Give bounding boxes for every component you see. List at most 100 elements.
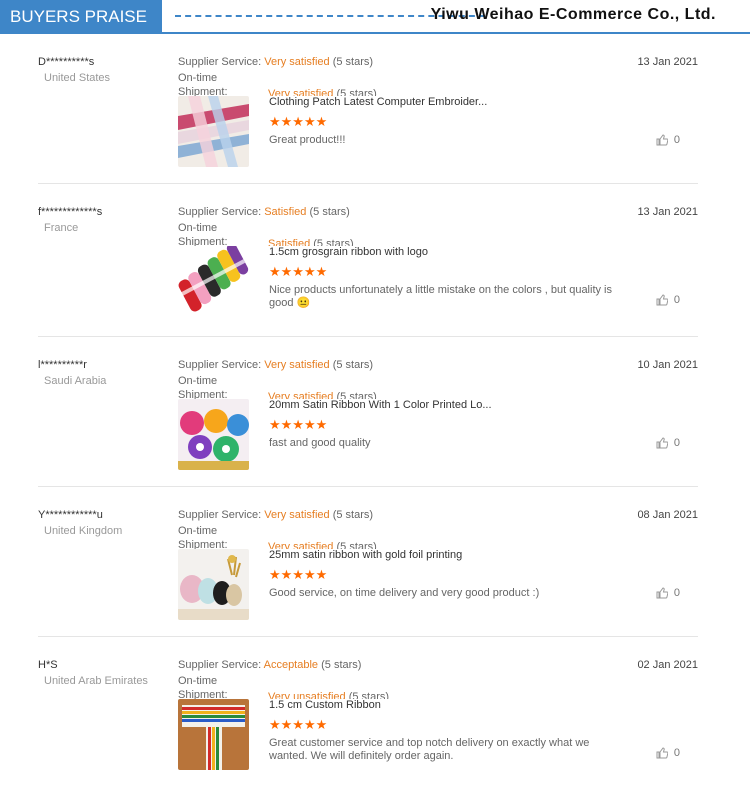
ontime-label: On-time: [178, 525, 218, 537]
shipment-rating: Very satisfied (5 stars): [268, 88, 377, 96]
thumbs-up-icon: [656, 747, 668, 759]
review-item: D**********s United States Supplier Serv…: [38, 34, 698, 184]
thumbs-up-icon: [656, 134, 668, 146]
shipment-stars-count: (5 stars): [313, 238, 354, 246]
product-stars: ★★★★★: [269, 264, 328, 279]
shipment-rating-text: Very satisfied: [268, 391, 334, 399]
like-button[interactable]: 0: [656, 134, 680, 146]
supplier-stars-count: (5 stars): [309, 206, 350, 218]
product-stars: ★★★★★: [269, 717, 328, 732]
product-stars: ★★★★★: [269, 417, 328, 432]
thumbs-up-icon: [656, 437, 668, 449]
review-item: H*S United Arab Emirates Supplier Servic…: [38, 637, 698, 787]
shipment-stars-count: (5 stars): [348, 691, 390, 699]
product-title[interactable]: 1.5cm grosgrain ribbon with logo: [269, 246, 428, 258]
like-count: 0: [673, 587, 680, 599]
shipment-rating: Very satisfied (5 stars): [268, 541, 377, 549]
shipment-stars-count: (5 stars): [336, 541, 377, 549]
shipment-rating: Very unsatisfied (5 stars): [268, 691, 389, 699]
review-date: 02 Jan 2021: [637, 659, 698, 671]
product-title[interactable]: 1.5 cm Custom Ribbon: [269, 699, 381, 711]
supplier-stars-count: (5 stars): [321, 659, 362, 671]
supplier-service-label: Supplier Service:: [178, 359, 262, 371]
product-thumbnail[interactable]: [178, 399, 249, 470]
product-stars: ★★★★★: [269, 567, 328, 582]
supplier-service-rating: Supplier Service: Very satisfied (5 star…: [178, 359, 373, 371]
ontime-label: On-time: [178, 375, 218, 387]
section-title: BUYERS PRAISE: [0, 0, 162, 34]
review-comment: Nice products unfortunately a little mis…: [269, 284, 613, 309]
shipment-rating-text: Very unsatisfied: [268, 691, 346, 699]
shipment-label: Shipment:: [178, 86, 228, 96]
product-stars: ★★★★★: [269, 114, 328, 129]
review-date: 13 Jan 2021: [637, 206, 698, 218]
ontime-label: On-time: [178, 222, 218, 234]
review-date: 10 Jan 2021: [637, 359, 698, 371]
review-item: f*************s France Supplier Service:…: [38, 184, 698, 337]
buyer-country: United Kingdom: [44, 525, 123, 537]
supplier-rating-text: Very satisfied: [264, 509, 330, 521]
product-thumbnail[interactable]: [178, 549, 249, 620]
review-item: l**********r Saudi Arabia Supplier Servi…: [38, 337, 698, 487]
review-item: Y************u United Kingdom Supplier S…: [38, 487, 698, 637]
shipment-stars-count: (5 stars): [336, 391, 377, 399]
supplier-service-rating: Supplier Service: Satisfied (5 stars): [178, 206, 350, 218]
supplier-service-label: Supplier Service:: [178, 206, 262, 218]
like-button[interactable]: 0: [656, 587, 680, 599]
shipment-label: Shipment:: [178, 689, 228, 699]
buyer-name: Y************u: [38, 509, 103, 521]
shipment-rating-text: Very satisfied: [268, 88, 334, 96]
review-comment: Great customer service and top notch del…: [269, 737, 590, 762]
supplier-rating-text: Satisfied: [264, 206, 307, 218]
shipment-label: Shipment:: [178, 236, 228, 246]
supplier-service-label: Supplier Service:: [178, 56, 262, 68]
shipment-rating-text: Satisfied: [268, 238, 311, 246]
like-button[interactable]: 0: [656, 437, 680, 449]
like-count: 0: [673, 294, 680, 306]
supplier-stars-count: (5 stars): [332, 509, 374, 521]
like-button[interactable]: 0: [656, 294, 680, 306]
like-count: 0: [673, 437, 680, 449]
buyer-country: Saudi Arabia: [44, 375, 107, 387]
buyer-country: France: [44, 222, 79, 234]
review-date: 08 Jan 2021: [637, 509, 698, 521]
supplier-service-label: Supplier Service:: [178, 509, 262, 521]
review-comment: fast and good quality: [269, 437, 371, 449]
product-title[interactable]: 20mm Satin Ribbon With 1 Color Printed L…: [269, 399, 492, 411]
buyer-country: United States: [44, 72, 111, 84]
shipment-rating: Very satisfied (5 stars): [268, 391, 377, 399]
product-title[interactable]: 25mm satin ribbon with gold foil printin…: [269, 549, 462, 561]
supplier-service-rating: Supplier Service: Very satisfied (5 star…: [178, 509, 373, 521]
ontime-label: On-time: [178, 72, 218, 84]
review-comment: Good service, on time delivery and very …: [269, 587, 540, 599]
supplier-stars-count: (5 stars): [332, 56, 374, 68]
buyers-praise-banner: BUYERS PRAISE Yiwu Weihao E-Commerce Co.…: [0, 0, 750, 34]
supplier-service-label: Supplier Service:: [178, 659, 262, 671]
supplier-service-rating: Supplier Service: Acceptable (5 stars): [178, 659, 361, 671]
buyer-name: f*************s: [38, 206, 103, 218]
shipment-label: Shipment:: [178, 539, 228, 549]
like-count: 0: [673, 134, 680, 146]
review-comment: Great product!!!: [269, 134, 346, 146]
product-thumbnail[interactable]: [178, 246, 249, 317]
thumbs-up-icon: [656, 587, 668, 599]
product-thumbnail[interactable]: [178, 699, 249, 770]
like-button[interactable]: 0: [656, 747, 680, 759]
supplier-rating-text: Acceptable: [263, 659, 319, 671]
company-name: Yiwu Weihao E-Commerce Co., Ltd.: [430, 6, 716, 23]
buyer-name: l**********r: [38, 359, 87, 371]
ontime-label: On-time: [178, 675, 218, 687]
shipment-rating: Satisfied (5 stars): [268, 238, 354, 246]
review-list: D**********s United States Supplier Serv…: [38, 34, 698, 787]
buyer-country: United Arab Emirates: [44, 675, 148, 687]
shipment-rating-text: Very satisfied: [268, 541, 334, 549]
supplier-rating-text: Very satisfied: [264, 359, 330, 371]
like-count: 0: [673, 747, 680, 759]
product-title[interactable]: Clothing Patch Latest Computer Embroider…: [269, 96, 487, 108]
product-thumbnail[interactable]: [178, 96, 249, 167]
supplier-service-rating: Supplier Service: Very satisfied (5 star…: [178, 56, 373, 68]
buyer-name: H*S: [38, 659, 58, 671]
buyer-name: D**********s: [38, 56, 95, 68]
supplier-rating-text: Very satisfied: [264, 56, 330, 68]
review-date: 13 Jan 2021: [637, 56, 698, 68]
